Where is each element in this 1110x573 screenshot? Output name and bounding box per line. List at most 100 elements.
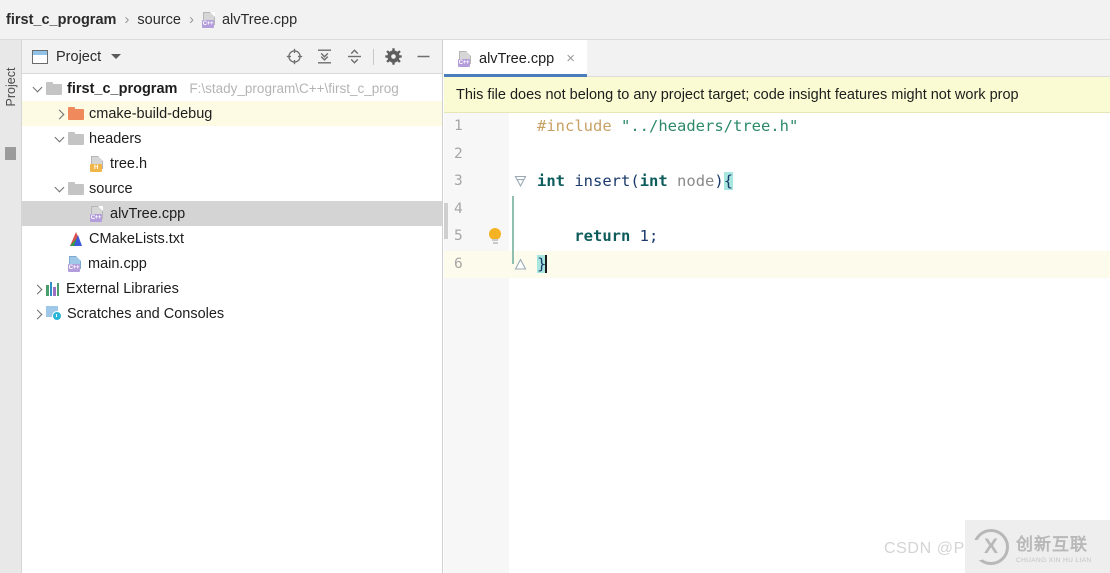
line-number: 3	[444, 168, 509, 196]
code-lines: 1 #include "../headers/tree.h" 2 3	[444, 113, 1110, 278]
editor-tab-alvtree-cpp[interactable]: C++ alvTree.cpp ×	[444, 40, 587, 77]
code-token: insert	[574, 172, 630, 190]
tree-row-external-libraries[interactable]: External Libraries	[22, 276, 442, 301]
tree-item-label: tree.h	[110, 156, 147, 172]
breadcrumb-separator: ›	[189, 11, 194, 28]
breadcrumb-item-project[interactable]: first_c_program	[6, 12, 116, 28]
brand-name-cn: 创新互联	[1016, 530, 1091, 555]
editor-tab-label: alvTree.cpp	[479, 51, 554, 67]
fold-column[interactable]	[509, 196, 531, 224]
tree-indent-spacer	[52, 231, 68, 247]
chevron-right-icon[interactable]	[30, 306, 46, 322]
close-icon[interactable]: ×	[566, 51, 575, 66]
tree-item-path: F:\stady_program\C++\first_c_prog	[189, 81, 398, 96]
fold-column[interactable]	[509, 141, 531, 169]
fold-open-icon[interactable]	[514, 175, 527, 188]
ide-window: first_c_program › source › C++ alvTree.c…	[0, 0, 1110, 573]
code-token	[668, 172, 677, 190]
intention-bulb-icon[interactable]	[488, 228, 502, 245]
code-token: (	[630, 172, 639, 190]
code-token	[565, 172, 574, 190]
tree-row-tree-h[interactable]: H tree.h	[22, 151, 442, 176]
tree-row-scratches-and-consoles[interactable]: Scratches and Consoles	[22, 301, 442, 326]
code-line-current: 6 }	[444, 251, 1110, 279]
brand-logo-icon	[973, 529, 1009, 565]
fold-column[interactable]	[509, 113, 531, 141]
chevron-right-icon[interactable]	[30, 281, 46, 297]
tree-row-main-cpp[interactable]: C++ main.cpp	[22, 251, 442, 276]
code-editor[interactable]: 1 #include "../headers/tree.h" 2 3	[444, 113, 1110, 573]
chevron-down-icon[interactable]	[52, 181, 68, 197]
code-text: return 1;	[531, 223, 658, 251]
breadcrumb-label: source	[137, 12, 181, 28]
fold-column[interactable]	[509, 168, 531, 196]
breadcrumb-label: first_c_program	[6, 12, 116, 28]
code-token: int	[537, 172, 565, 190]
breadcrumb-separator: ›	[124, 11, 129, 28]
line-number: 1	[444, 113, 509, 141]
code-token: #include	[537, 117, 621, 135]
breadcrumb-item-source[interactable]: source	[137, 12, 181, 28]
tree-row-first-c-program[interactable]: first_c_program F:\stady_program\C++\fir…	[22, 76, 442, 101]
code-fold-guide	[512, 223, 514, 251]
collapse-all-icon[interactable]	[339, 44, 369, 70]
project-panel-title: Project	[56, 49, 101, 65]
tree-item-label: CMakeLists.txt	[89, 231, 184, 247]
code-token: )	[714, 172, 723, 190]
library-icon	[46, 282, 61, 296]
chevron-right-icon[interactable]	[52, 106, 68, 122]
tool-window-tab-project[interactable]: Project	[0, 55, 22, 119]
folder-icon	[68, 132, 84, 145]
project-tree: first_c_program F:\stady_program\C++\fir…	[22, 74, 442, 326]
folder-excluded-icon	[68, 107, 84, 120]
project-tool-window: Project	[22, 40, 443, 573]
editor-area: C++ alvTree.cpp × This file does not bel…	[444, 40, 1110, 573]
tree-row-headers[interactable]: headers	[22, 126, 442, 151]
tree-row-alvtree-cpp[interactable]: C++ alvTree.cpp	[22, 201, 442, 226]
breadcrumb: first_c_program › source › C++ alvTree.c…	[0, 0, 1110, 40]
project-panel-title-box[interactable]: Project	[32, 49, 121, 65]
tree-item-label: alvTree.cpp	[110, 206, 185, 222]
stripe-marker-icon	[5, 147, 16, 160]
tree-row-cmake-build-debug[interactable]: cmake-build-debug	[22, 101, 442, 126]
code-token	[630, 227, 639, 245]
brand-name-pinyin: CHUANG XIN HU LIAN	[1016, 557, 1091, 564]
tool-window-stripe-left: Project	[0, 40, 22, 573]
line-number: 6	[444, 251, 509, 279]
editor-notification-banner: This file does not belong to any project…	[444, 77, 1110, 113]
gear-icon[interactable]	[378, 44, 408, 70]
cpp-file-icon: C++	[202, 12, 217, 28]
brand-text: 创新互联 CHUANG XIN HU LIAN	[1016, 530, 1091, 564]
code-token-brace-highlight: {	[724, 172, 733, 190]
line-number: 4	[444, 196, 509, 224]
minimize-icon[interactable]	[408, 44, 438, 70]
expand-all-icon[interactable]	[309, 44, 339, 70]
chevron-down-icon[interactable]	[30, 81, 46, 97]
tree-row-source[interactable]: source	[22, 176, 442, 201]
chevron-down-icon[interactable]	[52, 131, 68, 147]
code-line: 3 int insert(int node){	[444, 168, 1110, 196]
fold-column[interactable]	[509, 251, 531, 279]
breadcrumb-item-file[interactable]: C++ alvTree.cpp	[202, 12, 297, 28]
tree-row-cmakelists-txt[interactable]: CMakeLists.txt	[22, 226, 442, 251]
locate-icon[interactable]	[279, 44, 309, 70]
tree-indent-spacer	[52, 256, 68, 272]
code-token: int	[640, 172, 668, 190]
main-cpp-file-icon: C++	[68, 256, 83, 272]
code-line: 2	[444, 141, 1110, 169]
fold-close-icon[interactable]	[514, 258, 527, 271]
scratches-icon	[46, 306, 62, 321]
tree-indent-spacer	[74, 206, 90, 222]
tree-item-label: first_c_program	[67, 81, 177, 97]
code-token: ;	[649, 227, 658, 245]
brand-watermark: 创新互联 CHUANG XIN HU LIAN	[965, 520, 1110, 573]
project-panel-toolbar	[279, 44, 438, 70]
chevron-down-icon[interactable]	[111, 54, 121, 59]
code-token: return	[574, 227, 630, 245]
breadcrumb-label: alvTree.cpp	[222, 12, 297, 28]
editor-notification-text: This file does not belong to any project…	[456, 87, 1019, 103]
code-line: 5 return 1;	[444, 223, 1110, 251]
project-panel-header: Project	[22, 40, 442, 74]
fold-column[interactable]	[509, 223, 531, 251]
code-text: }	[531, 251, 547, 279]
